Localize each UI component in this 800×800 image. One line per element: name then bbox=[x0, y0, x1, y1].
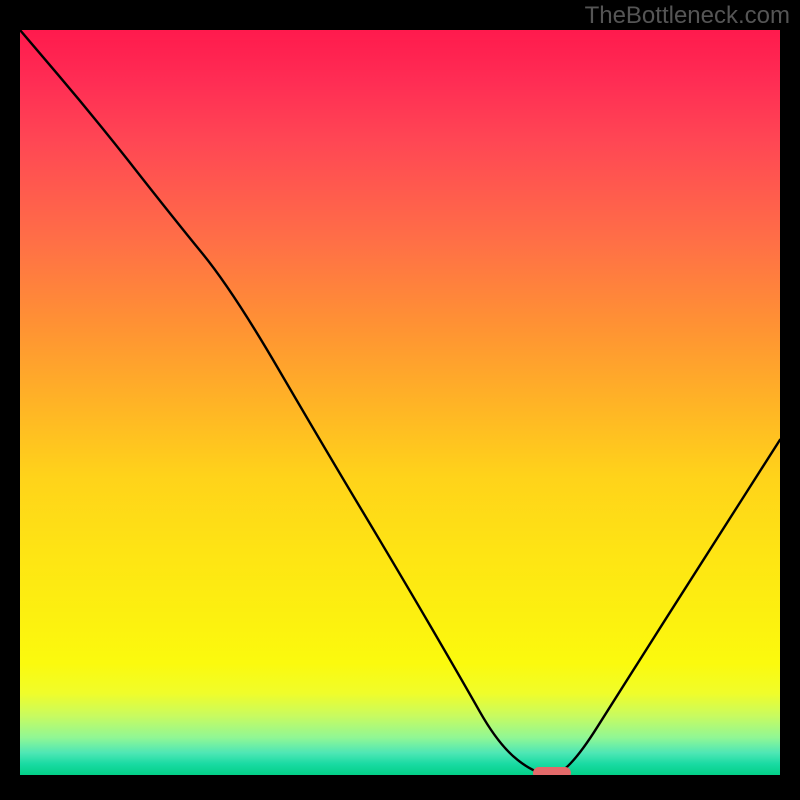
watermark-text: TheBottleneck.com bbox=[585, 2, 790, 30]
optimal-marker bbox=[533, 767, 571, 775]
bottleneck-curve-line bbox=[20, 30, 780, 775]
chart-overlay bbox=[20, 30, 780, 775]
bottleneck-chart: TheBottleneck.com bbox=[0, 0, 800, 800]
plot-area bbox=[20, 30, 780, 775]
